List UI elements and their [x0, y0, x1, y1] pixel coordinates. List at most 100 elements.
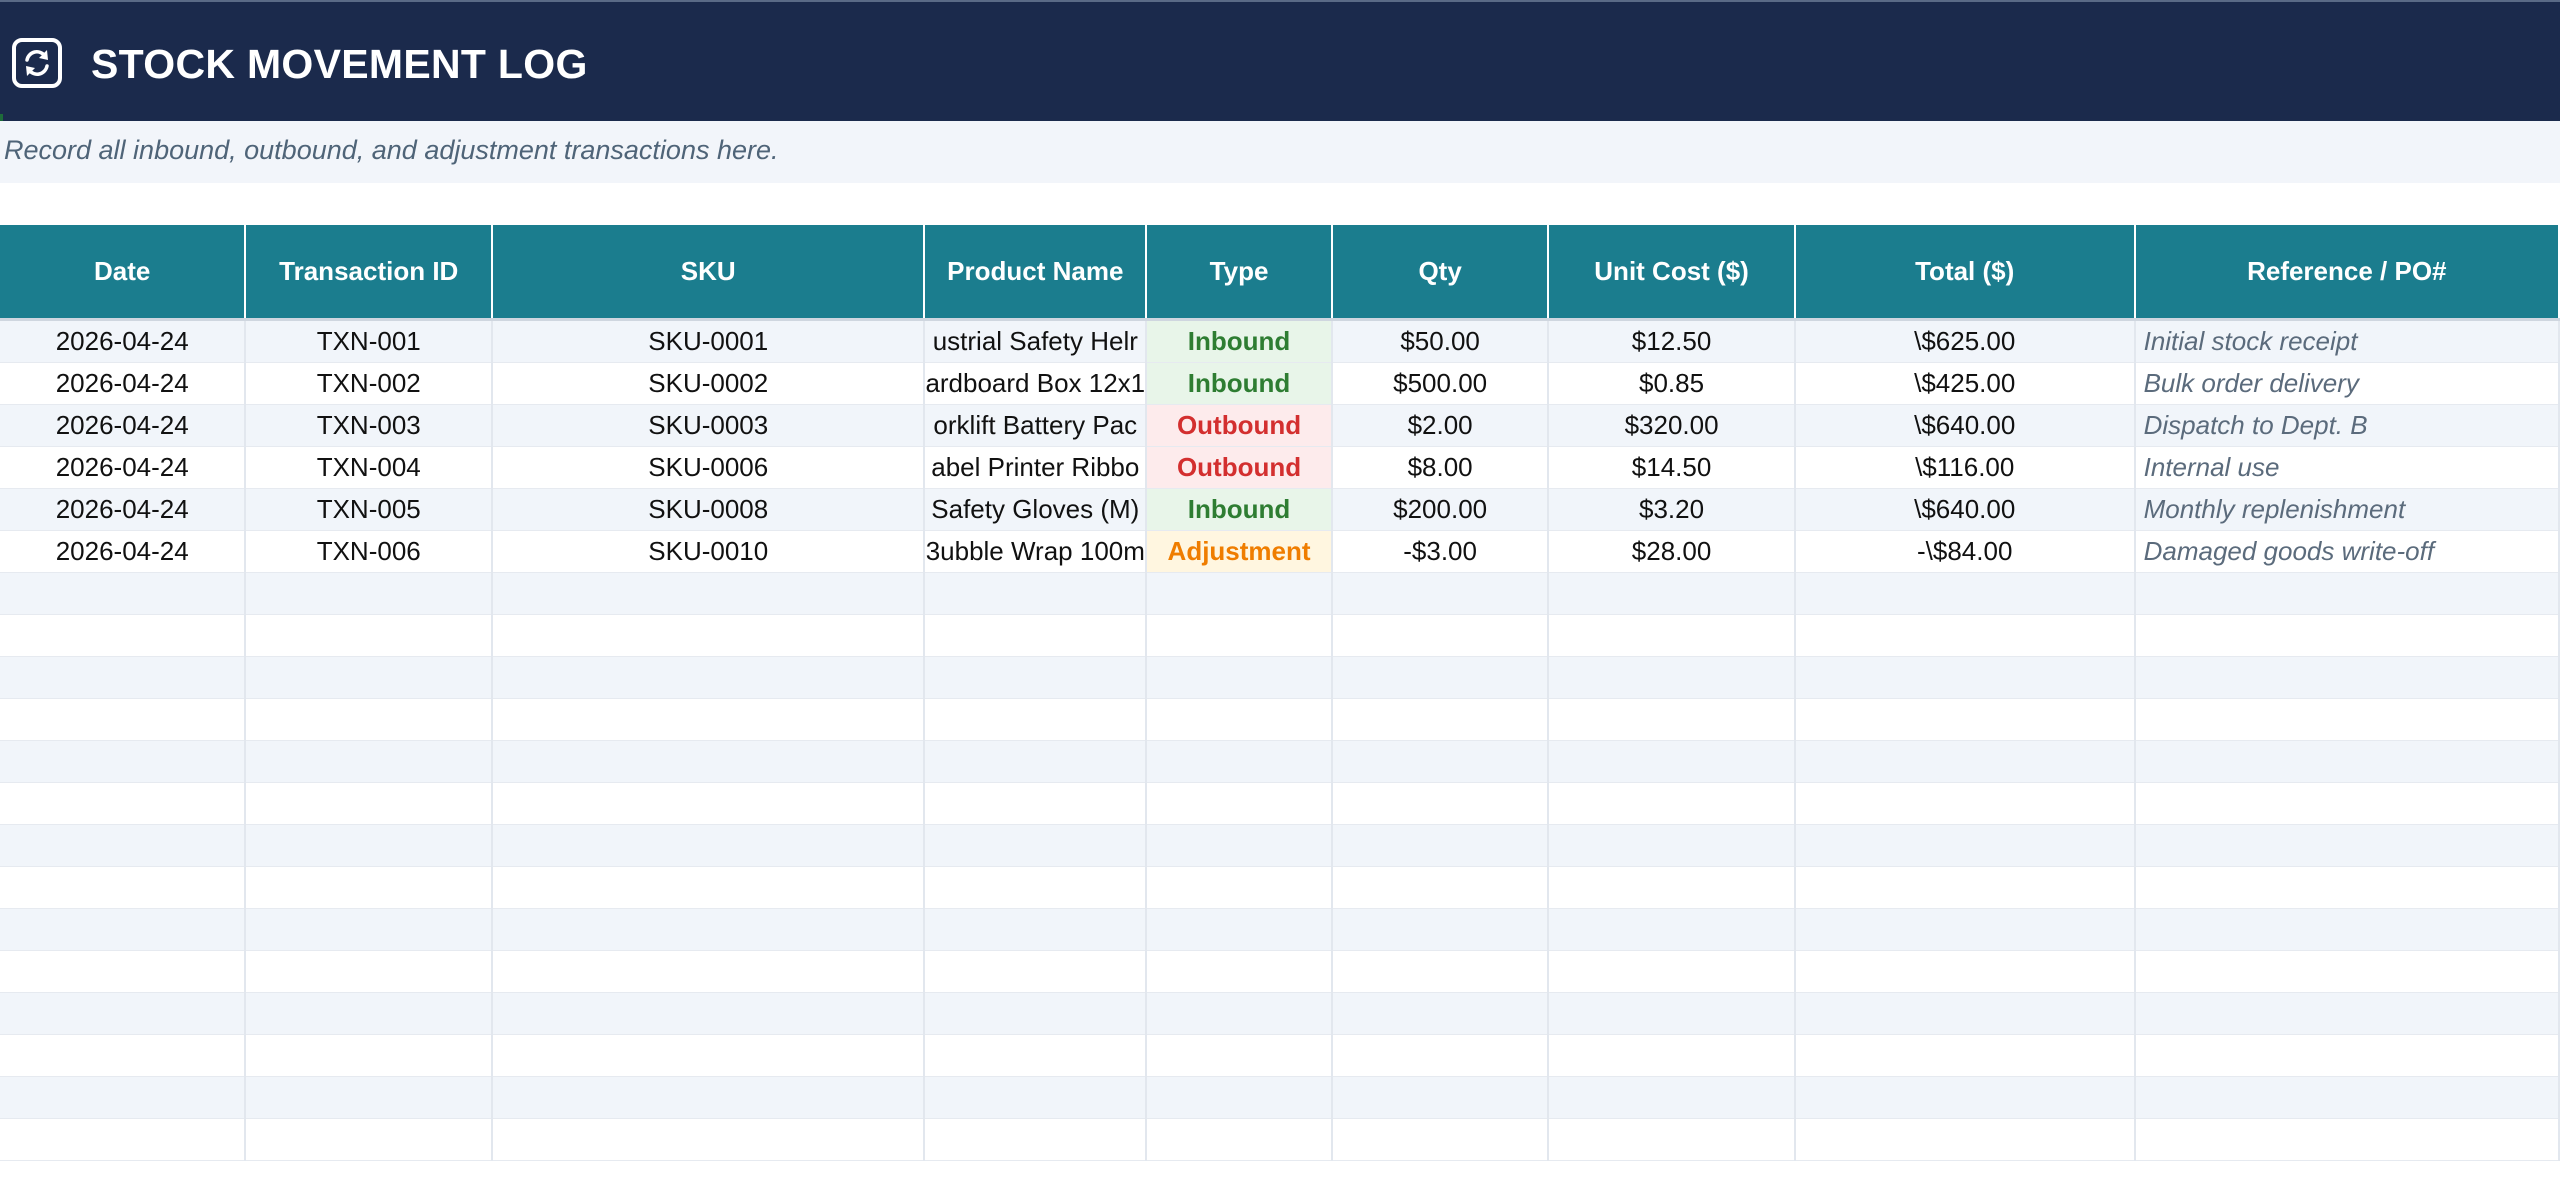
qty-cell[interactable]: -$3.00	[1331, 530, 1550, 573]
empty-cell[interactable]	[2134, 572, 2560, 615]
empty-cell[interactable]	[0, 698, 247, 741]
date-cell[interactable]: 2026-04-24	[0, 404, 247, 447]
empty-cell[interactable]	[924, 1034, 1148, 1077]
empty-cell[interactable]	[1146, 908, 1333, 951]
empty-cell[interactable]	[1331, 740, 1550, 783]
empty-cell[interactable]	[1331, 614, 1550, 657]
empty-cell[interactable]	[2134, 992, 2560, 1035]
qty-cell[interactable]: $200.00	[1331, 488, 1550, 531]
empty-cell[interactable]	[1794, 572, 2136, 615]
type-cell[interactable]: Outbound	[1146, 404, 1333, 447]
product-name-cell[interactable]: Safety Gloves (M)	[924, 488, 1148, 531]
empty-cell[interactable]	[245, 698, 494, 741]
product-name-cell[interactable]: orklift Battery Pac	[924, 404, 1148, 447]
empty-cell[interactable]	[1331, 698, 1550, 741]
empty-cell[interactable]	[492, 1076, 926, 1119]
empty-cell[interactable]	[0, 656, 247, 699]
empty-cell[interactable]	[1548, 614, 1796, 657]
sku-cell[interactable]: SKU-0008	[492, 488, 926, 531]
reference-cell[interactable]: Initial stock receipt	[2134, 318, 2560, 363]
empty-cell[interactable]	[1331, 656, 1550, 699]
empty-cell[interactable]	[2134, 1118, 2560, 1161]
empty-cell[interactable]	[1146, 614, 1333, 657]
reference-cell[interactable]: Dispatch to Dept. B	[2134, 404, 2560, 447]
date-cell[interactable]: 2026-04-24	[0, 446, 247, 489]
empty-cell[interactable]	[492, 908, 926, 951]
empty-cell[interactable]	[245, 824, 494, 867]
empty-cell[interactable]	[2134, 656, 2560, 699]
empty-cell[interactable]	[1794, 1034, 2136, 1077]
unit-cost-cell[interactable]: $3.20	[1548, 488, 1796, 531]
empty-cell[interactable]	[492, 992, 926, 1035]
empty-cell[interactable]	[245, 782, 494, 825]
empty-cell[interactable]	[245, 1118, 494, 1161]
sku-cell[interactable]: SKU-0002	[492, 362, 926, 405]
empty-cell[interactable]	[0, 782, 247, 825]
sku-cell[interactable]: SKU-0003	[492, 404, 926, 447]
empty-cell[interactable]	[1548, 866, 1796, 909]
empty-cell[interactable]	[924, 572, 1148, 615]
empty-cell[interactable]	[245, 740, 494, 783]
empty-cell[interactable]	[1548, 572, 1796, 615]
empty-cell[interactable]	[1146, 740, 1333, 783]
transaction-id-cell[interactable]: TXN-006	[245, 530, 494, 573]
reference-cell[interactable]: Damaged goods write-off	[2134, 530, 2560, 573]
empty-cell[interactable]	[0, 908, 247, 951]
empty-cell[interactable]	[1146, 698, 1333, 741]
empty-cell[interactable]	[1794, 1118, 2136, 1161]
product-name-cell[interactable]: abel Printer Ribbo	[924, 446, 1148, 489]
empty-cell[interactable]	[924, 1118, 1148, 1161]
unit-cost-cell[interactable]: $12.50	[1548, 318, 1796, 363]
empty-cell[interactable]	[0, 950, 247, 993]
column-header-type[interactable]: Type	[1145, 225, 1333, 320]
sku-cell[interactable]: SKU-0001	[492, 318, 926, 363]
type-cell[interactable]: Inbound	[1146, 488, 1333, 531]
empty-cell[interactable]	[1146, 1034, 1333, 1077]
empty-cell[interactable]	[245, 1076, 494, 1119]
empty-cell[interactable]	[924, 782, 1148, 825]
empty-cell[interactable]	[1331, 1076, 1550, 1119]
date-cell[interactable]: 2026-04-24	[0, 318, 247, 363]
empty-cell[interactable]	[1548, 950, 1796, 993]
empty-cell[interactable]	[2134, 950, 2560, 993]
type-cell[interactable]: Inbound	[1146, 362, 1333, 405]
qty-cell[interactable]: $2.00	[1331, 404, 1550, 447]
empty-cell[interactable]	[245, 572, 494, 615]
transaction-id-cell[interactable]: TXN-003	[245, 404, 494, 447]
empty-cell[interactable]	[1331, 992, 1550, 1035]
qty-cell[interactable]: $8.00	[1331, 446, 1550, 489]
empty-cell[interactable]	[0, 824, 247, 867]
empty-cell[interactable]	[0, 866, 247, 909]
empty-cell[interactable]	[1548, 824, 1796, 867]
empty-cell[interactable]	[0, 992, 247, 1035]
empty-cell[interactable]	[1548, 1034, 1796, 1077]
empty-cell[interactable]	[492, 1034, 926, 1077]
empty-cell[interactable]	[924, 824, 1148, 867]
empty-cell[interactable]	[924, 992, 1148, 1035]
empty-cell[interactable]	[492, 740, 926, 783]
product-name-cell[interactable]: ardboard Box 12x1	[924, 362, 1148, 405]
column-header-product-name[interactable]: Product Name	[923, 225, 1148, 320]
empty-cell[interactable]	[924, 950, 1148, 993]
column-header-unit-cost[interactable]: Unit Cost ($)	[1547, 225, 1796, 320]
empty-cell[interactable]	[2134, 698, 2560, 741]
type-cell[interactable]: Outbound	[1146, 446, 1333, 489]
empty-cell[interactable]	[924, 698, 1148, 741]
empty-cell[interactable]	[924, 908, 1148, 951]
unit-cost-cell[interactable]: $320.00	[1548, 404, 1796, 447]
total-cell[interactable]: \$640.00	[1794, 404, 2136, 447]
empty-cell[interactable]	[1794, 782, 2136, 825]
empty-cell[interactable]	[924, 614, 1148, 657]
empty-cell[interactable]	[1794, 992, 2136, 1035]
column-header-date[interactable]: Date	[0, 225, 247, 320]
empty-cell[interactable]	[1146, 866, 1333, 909]
empty-cell[interactable]	[924, 1076, 1148, 1119]
empty-cell[interactable]	[1146, 656, 1333, 699]
column-header-sku[interactable]: SKU	[491, 225, 926, 320]
empty-cell[interactable]	[0, 1076, 247, 1119]
empty-cell[interactable]	[492, 950, 926, 993]
column-header-qty[interactable]: Qty	[1330, 225, 1550, 320]
empty-cell[interactable]	[245, 656, 494, 699]
column-header-reference[interactable]: Reference / PO#	[2133, 225, 2560, 320]
transaction-id-cell[interactable]: TXN-005	[245, 488, 494, 531]
